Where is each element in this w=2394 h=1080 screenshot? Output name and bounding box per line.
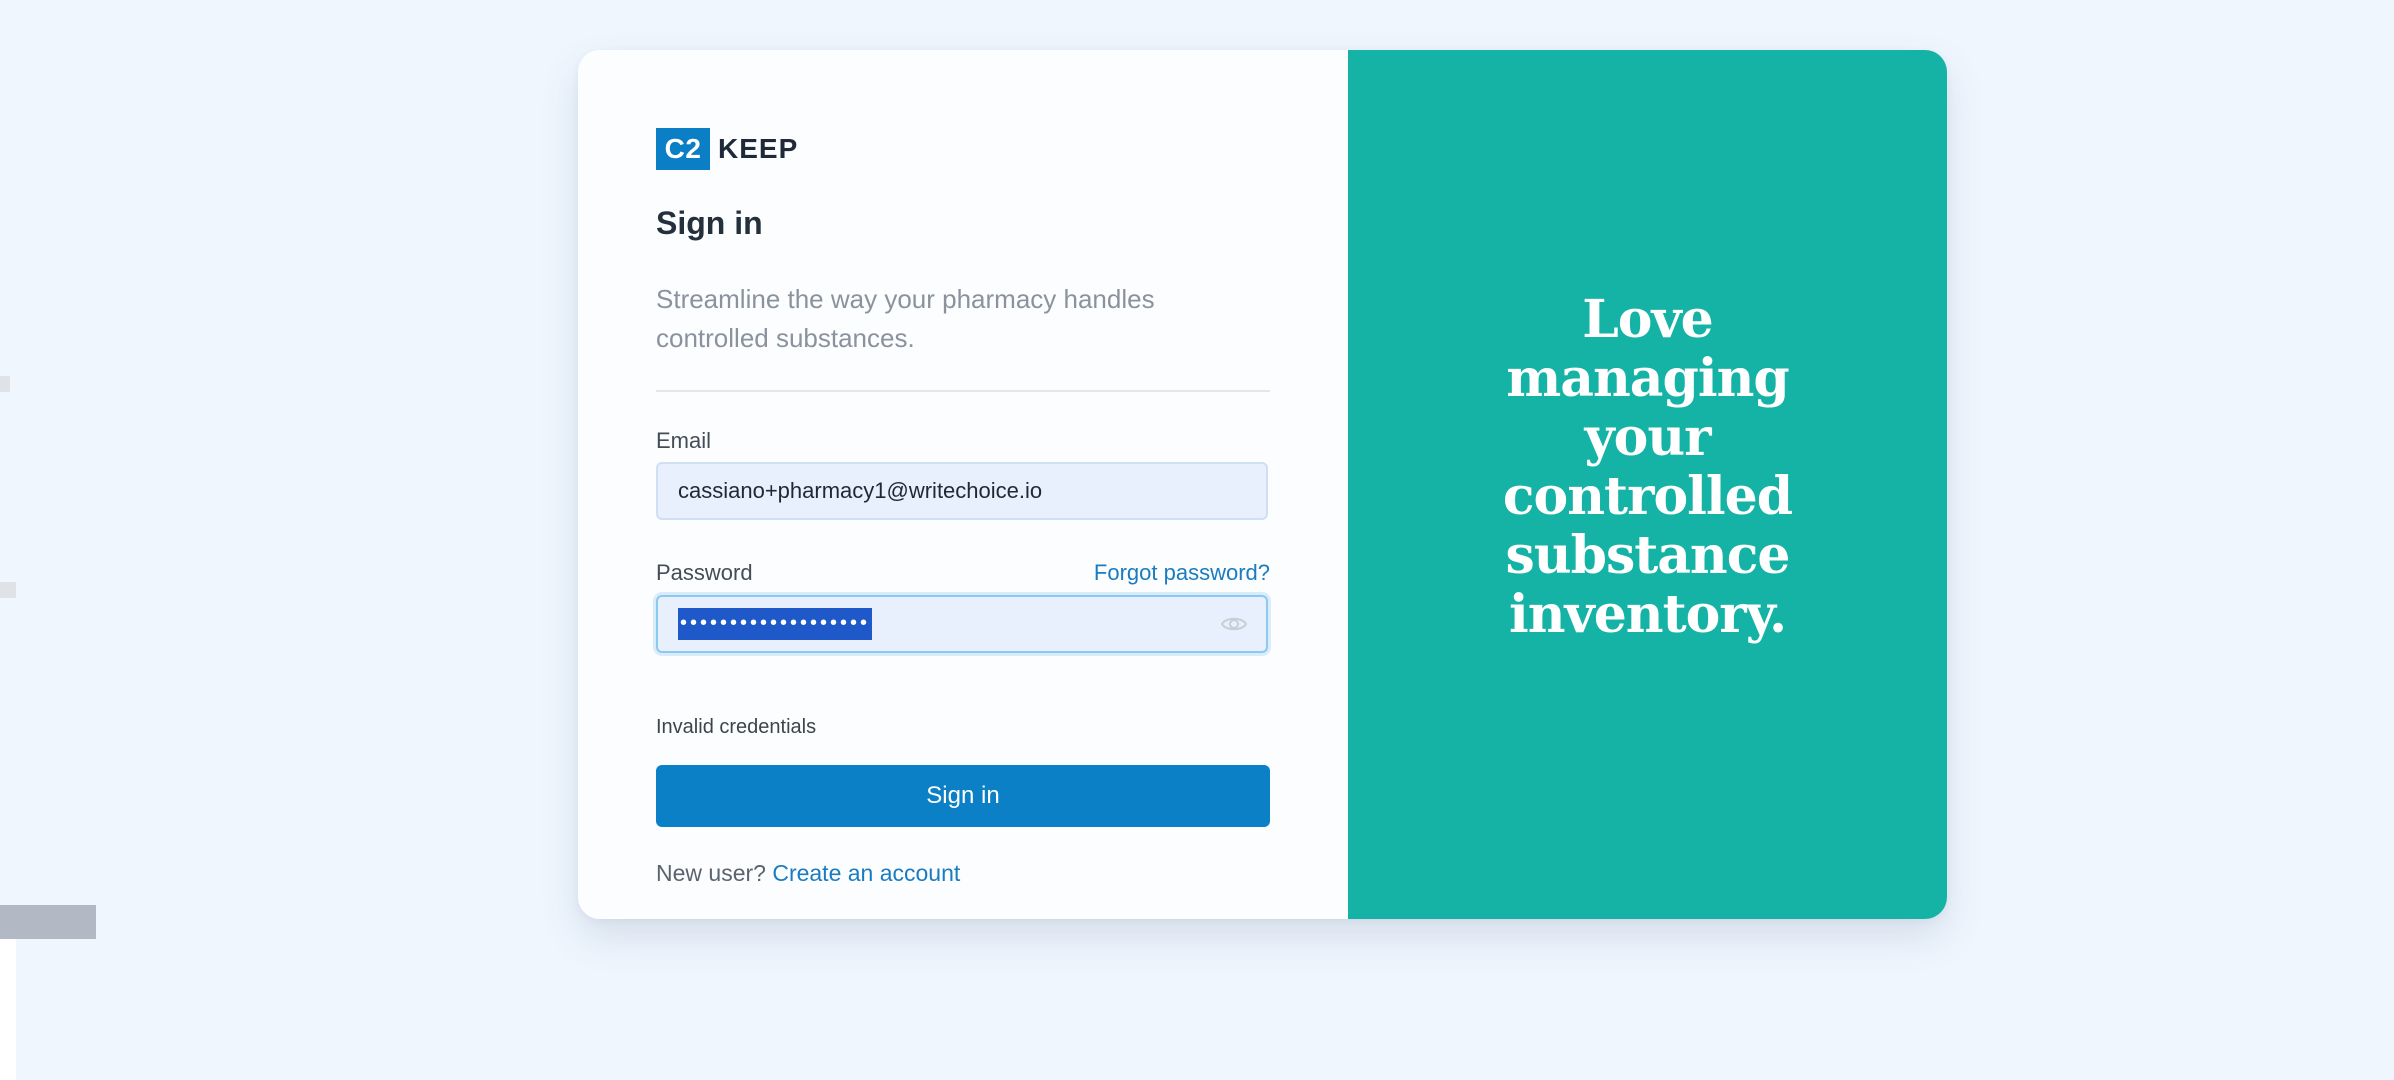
error-message: Invalid credentials <box>656 716 817 738</box>
background-artifact <box>0 582 16 598</box>
background-artifact <box>0 376 10 392</box>
email-field[interactable]: cassiano+pharmacy1@writechoice.io <box>656 462 1268 520</box>
forgot-password-link[interactable]: Forgot password? <box>1078 560 1270 586</box>
password-label: Password <box>656 560 753 585</box>
divider <box>656 390 1270 392</box>
login-card: C2 KEEP Sign in Streamline the way your … <box>578 50 1947 919</box>
eye-icon[interactable] <box>1220 613 1248 635</box>
logo: C2 KEEP <box>656 128 798 170</box>
email-label: Email <box>656 428 712 453</box>
promo-panel: Love managing your controlled substance … <box>1348 50 1947 919</box>
email-value: cassiano+pharmacy1@writechoice.io <box>678 478 1043 503</box>
logo-text: KEEP <box>718 133 799 164</box>
sign-in-button[interactable]: Sign in <box>656 765 1270 827</box>
background-artifact <box>0 939 16 1080</box>
page-title: Sign in <box>656 205 763 241</box>
promo-tagline: Love managing your controlled substance … <box>1502 289 1793 645</box>
new-user-prompt: New user? <box>656 860 766 886</box>
new-user-row: New user? Create an account <box>656 860 960 887</box>
create-account-link[interactable]: Create an account <box>772 860 960 886</box>
page: C2 KEEP Sign in Streamline the way your … <box>0 0 2394 1080</box>
password-value-selected: ••••••••••••••••••• <box>678 608 873 640</box>
password-field[interactable]: ••••••••••••••••••• <box>656 595 1268 653</box>
login-form-panel: C2 KEEP Sign in Streamline the way your … <box>578 50 1348 919</box>
page-subtitle: Streamline the way your pharmacy handles… <box>656 284 1155 353</box>
logo-mark: C2 <box>656 128 710 170</box>
background-artifact <box>0 905 96 939</box>
